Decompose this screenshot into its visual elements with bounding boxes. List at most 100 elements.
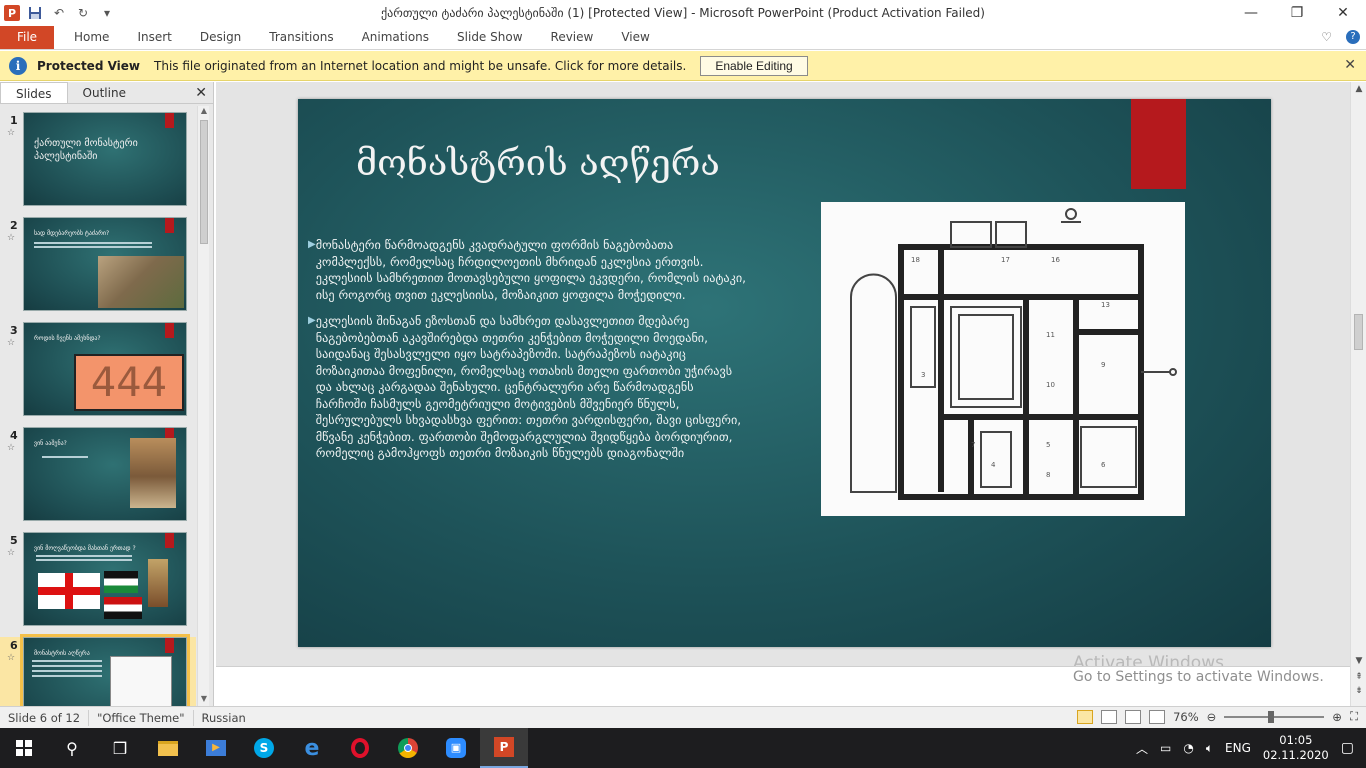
slide-thumbnail[interactable]: 2 ☆ სად მდებარეობს ტაძარი?	[0, 217, 196, 319]
thumbnail-image: როდის ჩვენს ამეხნდა? 444	[23, 322, 187, 416]
thumbnail-number: 1	[10, 114, 18, 127]
quick-access-toolbar: P ↶ ↻ ▾	[0, 0, 116, 26]
zoom-slider[interactable]	[1224, 710, 1325, 723]
slide-editor: მონასტრის აღწერა ▶ მონასტერი წარმოადგენს…	[216, 82, 1350, 666]
tab-review[interactable]: Review	[537, 26, 608, 49]
customize-qa-icon[interactable]: ▾	[98, 4, 116, 22]
notifications-icon[interactable]: ▢	[1341, 740, 1354, 756]
thumbnail-title: სად მდებარეობს ტაძარი?	[34, 230, 110, 237]
powerpoint-taskbar-icon[interactable]: P	[480, 728, 528, 768]
slide-thumbnail-selected[interactable]: 6 ☆ მონასტრის აღწერა	[0, 634, 196, 706]
clock[interactable]: 01:05 02.11.2020	[1263, 733, 1329, 763]
slide-title[interactable]: მონასტრის აღწერა	[356, 143, 720, 184]
panel-scrollbar[interactable]: ▲ ▼	[197, 106, 209, 706]
floor-plan-thumb	[110, 656, 172, 706]
edge-icon[interactable]: e	[288, 728, 336, 768]
reading-view-button[interactable]	[1125, 709, 1142, 724]
slide-thumbnail[interactable]: 1 ☆ ქართული მონასტერი პალესტინაში	[0, 112, 196, 214]
keyboard-language[interactable]: ENG	[1225, 741, 1251, 755]
syria-flag-image	[104, 597, 142, 619]
thumbnail-image: ქართული მონასტერი პალესტინაში	[23, 112, 187, 206]
tab-home[interactable]: Home	[60, 26, 123, 49]
close-icon[interactable]: ✕	[1320, 0, 1366, 26]
language-indicator[interactable]: Russian	[194, 710, 254, 726]
start-icon[interactable]	[0, 728, 48, 768]
svg-text:13: 13	[1101, 301, 1110, 309]
slide-thumbnail[interactable]: 5 ☆ ვინ მოღვაწეობდა მასთან ერთად ?	[0, 532, 196, 634]
editor-scrollbar[interactable]: ▲ ▼ ⇞ ⇟	[1350, 82, 1366, 706]
save-icon[interactable]	[26, 4, 44, 22]
skype-icon[interactable]: S	[240, 728, 288, 768]
network-icon[interactable]: ◔	[1183, 741, 1193, 755]
slideshow-button[interactable]	[1149, 709, 1166, 724]
close-icon[interactable]: ✕	[195, 85, 207, 101]
svg-text:5: 5	[1046, 441, 1050, 449]
file-explorer-icon[interactable]	[144, 728, 192, 768]
chrome-icon[interactable]	[384, 728, 432, 768]
redo-icon[interactable]: ↻	[74, 4, 92, 22]
windows-taskbar: ⚲ ❒ ▶ S e ▣ P ︿ ▭ ◔ 🔈︎ ENG 01:05 02.11.2…	[0, 728, 1366, 768]
volume-icon[interactable]: 🔈︎	[1206, 741, 1213, 756]
zoom-app-icon[interactable]: ▣	[432, 728, 480, 768]
zoom-level[interactable]: 76%	[1173, 710, 1199, 724]
activate-windows-watermark: Activate Windows Go to Settings to activ…	[1073, 652, 1324, 688]
normal-view-button[interactable]	[1077, 709, 1094, 724]
tab-file[interactable]: File	[0, 26, 54, 49]
task-view-icon[interactable]: ❒	[96, 728, 144, 768]
tab-view[interactable]: View	[607, 26, 663, 49]
bullet-list[interactable]: ▶ მონასტერი წარმოადგენს კვადრატული ფორმი…	[306, 237, 746, 472]
svg-text:10: 10	[1046, 381, 1055, 389]
bullet-text: ეკლესიის შინაგან ეზოსთან და სამხრეთ დასა…	[315, 314, 742, 460]
opera-icon[interactable]	[336, 728, 384, 768]
help-icon[interactable]: ?	[1346, 30, 1360, 44]
media-player-icon[interactable]: ▶	[192, 728, 240, 768]
zoom-in-icon[interactable]: ⊕	[1332, 710, 1342, 724]
thumbnail-title: როდის ჩვენს ამეხნდა?	[34, 335, 101, 342]
thumbnail-title: ვინ მოღვაწეობდა მასთან ერთად ?	[34, 545, 136, 552]
slide-thumbnail[interactable]: 4 ☆ ვინ ააშენა?	[0, 427, 196, 529]
clock-time: 01:05	[1279, 733, 1313, 747]
powerpoint-icon[interactable]: P	[4, 5, 20, 21]
thumbnail-number-graphic: 444	[90, 359, 168, 406]
svg-text:18: 18	[911, 256, 920, 264]
svg-text:16: 16	[1051, 256, 1060, 264]
slide-counter: Slide 6 of 12	[0, 709, 90, 726]
search-icon[interactable]: ⚲	[48, 728, 96, 768]
slide-thumbnail[interactable]: 3 ☆ როდის ჩვენს ამეხნდა? 444	[0, 322, 196, 424]
close-icon[interactable]: ✕	[1344, 57, 1356, 73]
slide-sorter-button[interactable]	[1101, 709, 1118, 724]
bullet-item: ▶ ეკლესიის შინაგან ეზოსთან და სამხრეთ და…	[306, 313, 746, 462]
battery-icon[interactable]: ▭	[1160, 741, 1171, 755]
undo-icon[interactable]: ↶	[50, 4, 68, 22]
tab-slide-show[interactable]: Slide Show	[443, 26, 536, 49]
tab-transitions[interactable]: Transitions	[255, 26, 347, 49]
restore-icon[interactable]: ❐	[1274, 0, 1320, 26]
saint-icon-image	[130, 438, 176, 508]
bullet-arrow-icon: ▶	[308, 239, 316, 250]
title-bar: P ↶ ↻ ▾ ქართული ტაძარი პალესტინაში (1) […	[0, 0, 1366, 26]
protected-view-message[interactable]: This file originated from an Internet lo…	[154, 59, 686, 73]
thumbnail-list: 1 ☆ ქართული მონასტერი პალესტინაში 2 ☆ სა…	[0, 106, 196, 706]
monastery-floor-plan-image[interactable]: 3 4 5 6 7 8 9 10 11 13 16 17 18	[821, 202, 1185, 516]
theme-name: "Office Theme"	[89, 709, 194, 726]
slides-panel: Slides Outline ✕ 1 ☆ ქართული მონასტერი პ…	[0, 82, 214, 706]
bullet-arrow-icon: ▶	[308, 315, 316, 326]
fit-to-window-icon[interactable]: ⛶	[1350, 709, 1358, 724]
current-slide[interactable]: მონასტრის აღწერა ▶ მონასტერი წარმოადგენს…	[298, 99, 1271, 647]
rocks-photo	[98, 256, 184, 308]
enable-editing-button[interactable]: Enable Editing	[700, 55, 808, 76]
tab-outline[interactable]: Outline	[68, 82, 141, 103]
chevron-up-icon[interactable]: ︿	[1136, 740, 1148, 757]
tab-slides[interactable]: Slides	[0, 82, 68, 103]
protected-view-bar: i Protected View This file originated fr…	[0, 51, 1366, 81]
minimize-icon[interactable]: —	[1228, 0, 1274, 26]
tab-insert[interactable]: Insert	[123, 26, 185, 49]
info-icon: i	[9, 56, 27, 75]
ribbon-collapse-icon[interactable]: ♡	[1321, 26, 1332, 48]
tab-design[interactable]: Design	[186, 26, 255, 49]
tab-animations[interactable]: Animations	[348, 26, 443, 49]
bullet-text: მონასტერი წარმოადგენს კვადრატული ფორმის …	[315, 238, 747, 302]
zoom-out-icon[interactable]: ⊖	[1207, 710, 1217, 724]
star-icon: ☆	[7, 548, 16, 558]
watermark-title: Activate Windows	[1073, 653, 1224, 666]
